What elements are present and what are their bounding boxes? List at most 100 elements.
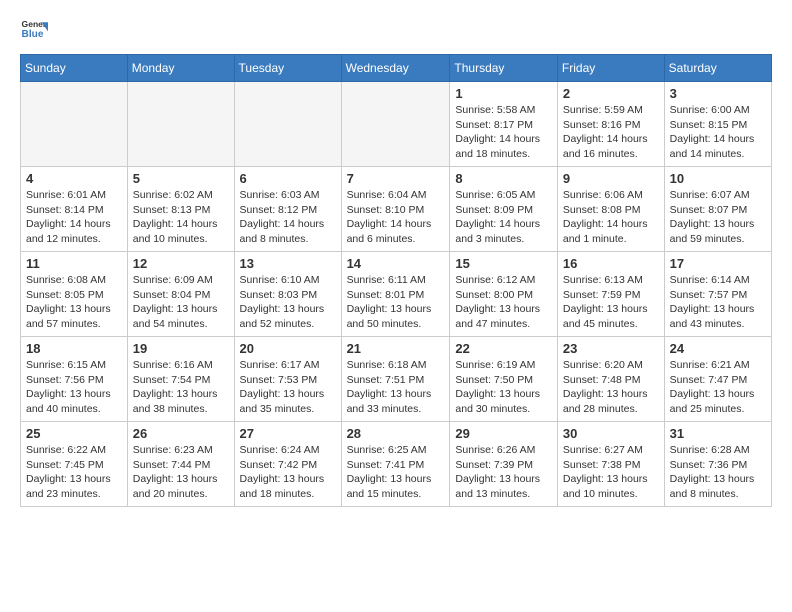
day-number: 16 xyxy=(563,256,659,271)
calendar-cell: 29 Sunrise: 6:26 AMSunset: 7:39 PMDayligh… xyxy=(450,422,558,507)
day-info: Sunrise: 6:20 AMSunset: 7:48 PMDaylight:… xyxy=(563,358,659,417)
day-info: Sunrise: 6:00 AMSunset: 8:15 PMDaylight:… xyxy=(670,103,766,162)
calendar-cell: 1Sunrise: 5:58 AMSunset: 8:17 PMDaylight… xyxy=(450,82,558,167)
day-number: 5 xyxy=(133,171,229,186)
day-info: Sunrise: 6:24 AMSunset: 7:42 PMDaylight:… xyxy=(240,443,336,502)
calendar-cell: 27Sunrise: 6:24 AMSunset: 7:42 PMDayligh… xyxy=(234,422,341,507)
calendar-cell xyxy=(127,82,234,167)
weekday-header-tuesday: Tuesday xyxy=(234,55,341,82)
calendar-cell: 26 Sunrise: 6:23 AMSunset: 7:44 PMDayligh… xyxy=(127,422,234,507)
calendar-cell: 6 Sunrise: 6:03 AMSunset: 8:12 PMDaylight… xyxy=(234,167,341,252)
day-info: Sunrise: 6:01 AMSunset: 8:14 PMDaylight:… xyxy=(26,188,122,247)
calendar-cell: 20 Sunrise: 6:17 AMSunset: 7:53 PMDayligh… xyxy=(234,337,341,422)
day-number: 14 xyxy=(347,256,445,271)
calendar-table: SundayMondayTuesdayWednesdayThursdayFrid… xyxy=(20,54,772,507)
day-info: Sunrise: 6:03 AMSunset: 8:12 PMDaylight:… xyxy=(240,188,336,247)
day-info: Sunrise: 6:26 AMSunset: 7:39 PMDaylight:… xyxy=(455,443,552,502)
day-number: 7 xyxy=(347,171,445,186)
calendar-cell: 16 Sunrise: 6:13 AMSunset: 7:59 PMDayligh… xyxy=(557,252,664,337)
calendar-cell: 4 Sunrise: 6:01 AMSunset: 8:14 PMDaylight… xyxy=(21,167,128,252)
day-number: 21 xyxy=(347,341,445,356)
day-number: 15 xyxy=(455,256,552,271)
day-info: Sunrise: 6:04 AMSunset: 8:10 PMDaylight:… xyxy=(347,188,445,247)
day-number: 18 xyxy=(26,341,122,356)
calendar-cell: 12 Sunrise: 6:09 AMSunset: 8:04 PMDayligh… xyxy=(127,252,234,337)
day-number: 23 xyxy=(563,341,659,356)
day-info: Sunrise: 6:22 AMSunset: 7:45 PMDaylight:… xyxy=(26,443,122,502)
week-row-4: 18 Sunrise: 6:15 AMSunset: 7:56 PMDayligh… xyxy=(21,337,772,422)
calendar-cell: 8 Sunrise: 6:05 AMSunset: 8:09 PMDaylight… xyxy=(450,167,558,252)
calendar-cell: 30 Sunrise: 6:27 AMSunset: 7:38 PMDayligh… xyxy=(557,422,664,507)
day-info: Sunrise: 6:06 AMSunset: 8:08 PMDaylight:… xyxy=(563,188,659,247)
day-number: 1 xyxy=(455,86,552,101)
day-number: 2 xyxy=(563,86,659,101)
day-number: 10 xyxy=(670,171,766,186)
day-info: Sunrise: 6:07 AMSunset: 8:07 PMDaylight:… xyxy=(670,188,766,247)
day-number: 29 xyxy=(455,426,552,441)
day-info: Sunrise: 6:27 AMSunset: 7:38 PMDaylight:… xyxy=(563,443,659,502)
day-number: 30 xyxy=(563,426,659,441)
calendar-cell: 23 Sunrise: 6:20 AMSunset: 7:48 PMDayligh… xyxy=(557,337,664,422)
day-info: Sunrise: 6:28 AMSunset: 7:36 PMDaylight:… xyxy=(670,443,766,502)
day-info: Sunrise: 5:59 AMSunset: 8:16 PMDaylight:… xyxy=(563,103,659,162)
calendar-cell: 9Sunrise: 6:06 AMSunset: 8:08 PMDaylight… xyxy=(557,167,664,252)
logo-icon: General Blue xyxy=(20,16,48,44)
day-info: Sunrise: 6:12 AMSunset: 8:00 PMDaylight:… xyxy=(455,273,552,332)
week-row-2: 4 Sunrise: 6:01 AMSunset: 8:14 PMDaylight… xyxy=(21,167,772,252)
day-number: 4 xyxy=(26,171,122,186)
day-number: 28 xyxy=(347,426,445,441)
day-info: Sunrise: 6:17 AMSunset: 7:53 PMDaylight:… xyxy=(240,358,336,417)
calendar-cell xyxy=(341,82,450,167)
day-info: Sunrise: 6:14 AMSunset: 7:57 PMDaylight:… xyxy=(670,273,766,332)
calendar-cell xyxy=(234,82,341,167)
day-info: Sunrise: 6:02 AMSunset: 8:13 PMDaylight:… xyxy=(133,188,229,247)
day-info: Sunrise: 6:25 AMSunset: 7:41 PMDaylight:… xyxy=(347,443,445,502)
day-number: 8 xyxy=(455,171,552,186)
week-row-1: 1Sunrise: 5:58 AMSunset: 8:17 PMDaylight… xyxy=(21,82,772,167)
calendar-cell: 10 Sunrise: 6:07 AMSunset: 8:07 PMDayligh… xyxy=(664,167,771,252)
calendar-cell xyxy=(21,82,128,167)
calendar-cell: 3Sunrise: 6:00 AMSunset: 8:15 PMDaylight… xyxy=(664,82,771,167)
calendar-cell: 5 Sunrise: 6:02 AMSunset: 8:13 PMDaylight… xyxy=(127,167,234,252)
day-number: 26 xyxy=(133,426,229,441)
logo: General Blue xyxy=(20,16,52,44)
calendar-cell: 21 Sunrise: 6:18 AMSunset: 7:51 PMDayligh… xyxy=(341,337,450,422)
day-info: Sunrise: 6:13 AMSunset: 7:59 PMDaylight:… xyxy=(563,273,659,332)
calendar-cell: 13 Sunrise: 6:10 AMSunset: 8:03 PMDayligh… xyxy=(234,252,341,337)
day-number: 12 xyxy=(133,256,229,271)
day-number: 11 xyxy=(26,256,122,271)
weekday-header-row: SundayMondayTuesdayWednesdayThursdayFrid… xyxy=(21,55,772,82)
week-row-5: 25 Sunrise: 6:22 AMSunset: 7:45 PMDayligh… xyxy=(21,422,772,507)
calendar-cell: 7 Sunrise: 6:04 AMSunset: 8:10 PMDaylight… xyxy=(341,167,450,252)
weekday-header-thursday: Thursday xyxy=(450,55,558,82)
calendar-cell: 18 Sunrise: 6:15 AMSunset: 7:56 PMDayligh… xyxy=(21,337,128,422)
day-info: Sunrise: 6:15 AMSunset: 7:56 PMDaylight:… xyxy=(26,358,122,417)
calendar-cell: 2 Sunrise: 5:59 AMSunset: 8:16 PMDaylight… xyxy=(557,82,664,167)
weekday-header-friday: Friday xyxy=(557,55,664,82)
day-number: 25 xyxy=(26,426,122,441)
day-number: 22 xyxy=(455,341,552,356)
calendar-cell: 17 Sunrise: 6:14 AMSunset: 7:57 PMDayligh… xyxy=(664,252,771,337)
day-number: 20 xyxy=(240,341,336,356)
calendar-cell: 25 Sunrise: 6:22 AMSunset: 7:45 PMDayligh… xyxy=(21,422,128,507)
day-info: Sunrise: 6:10 AMSunset: 8:03 PMDaylight:… xyxy=(240,273,336,332)
page-header: General Blue xyxy=(20,16,772,44)
day-info: Sunrise: 6:23 AMSunset: 7:44 PMDaylight:… xyxy=(133,443,229,502)
calendar-cell: 14Sunrise: 6:11 AMSunset: 8:01 PMDayligh… xyxy=(341,252,450,337)
weekday-header-sunday: Sunday xyxy=(21,55,128,82)
day-info: Sunrise: 6:05 AMSunset: 8:09 PMDaylight:… xyxy=(455,188,552,247)
day-number: 17 xyxy=(670,256,766,271)
svg-text:Blue: Blue xyxy=(22,29,44,40)
calendar-cell: 22Sunrise: 6:19 AMSunset: 7:50 PMDayligh… xyxy=(450,337,558,422)
calendar-cell: 19Sunrise: 6:16 AMSunset: 7:54 PMDayligh… xyxy=(127,337,234,422)
day-number: 24 xyxy=(670,341,766,356)
day-info: Sunrise: 6:09 AMSunset: 8:04 PMDaylight:… xyxy=(133,273,229,332)
calendar-cell: 15 Sunrise: 6:12 AMSunset: 8:00 PMDayligh… xyxy=(450,252,558,337)
day-number: 31 xyxy=(670,426,766,441)
weekday-header-wednesday: Wednesday xyxy=(341,55,450,82)
weekday-header-saturday: Saturday xyxy=(664,55,771,82)
day-number: 13 xyxy=(240,256,336,271)
day-info: Sunrise: 6:08 AMSunset: 8:05 PMDaylight:… xyxy=(26,273,122,332)
day-info: Sunrise: 6:18 AMSunset: 7:51 PMDaylight:… xyxy=(347,358,445,417)
day-number: 6 xyxy=(240,171,336,186)
